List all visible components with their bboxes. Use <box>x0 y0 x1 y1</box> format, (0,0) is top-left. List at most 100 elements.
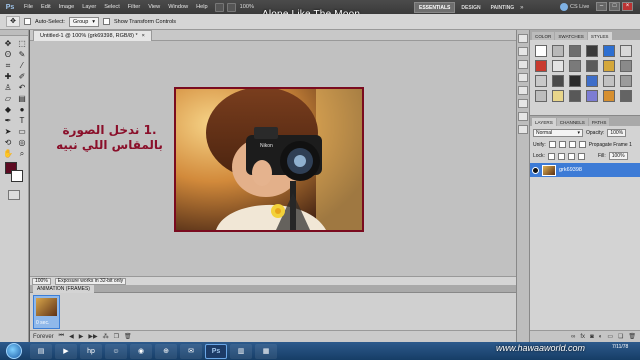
move-tool-icon[interactable]: ✥ <box>6 16 20 27</box>
menu-image[interactable]: Image <box>55 4 79 10</box>
shape-tool-icon[interactable]: ▭ <box>16 127 28 137</box>
document-photo[interactable]: Nikon <box>174 87 364 232</box>
add-mask-icon[interactable]: ◙ <box>590 334 594 340</box>
auto-select-dropdown[interactable]: Group ▾ <box>68 16 99 27</box>
delete-frame-icon[interactable]: 🗑 <box>124 333 132 340</box>
start-button[interactable] <box>6 343 22 359</box>
style-swatch[interactable] <box>603 60 615 72</box>
style-swatch[interactable] <box>603 45 615 57</box>
style-swatch[interactable] <box>535 45 547 57</box>
quick-select-tool-icon[interactable]: ✎ <box>16 50 28 60</box>
brush-tool-icon[interactable]: ✐ <box>16 72 28 82</box>
tab-channels[interactable]: CHANNELS <box>556 118 588 126</box>
eyedropper-tool-icon[interactable]: ⁄ <box>16 61 28 71</box>
show-transform-checkbox[interactable] <box>102 18 110 25</box>
first-frame-icon[interactable]: ⏮ <box>59 333 64 340</box>
fill-input[interactable]: 100% <box>608 152 628 160</box>
status-message[interactable]: Exposure works in 32-bit only <box>54 277 127 285</box>
blend-mode-select[interactable]: Normal ▾ <box>533 129 583 137</box>
new-layer-icon[interactable]: ❏ <box>618 333 623 340</box>
unify-position-icon[interactable] <box>548 141 556 148</box>
auto-select-checkbox[interactable] <box>24 18 31 25</box>
style-swatch[interactable] <box>603 75 615 87</box>
canvas-area[interactable]: .1 ندخل الصورة بالمقاس اللي نبيه Nikon <box>30 41 516 276</box>
lock-transparency-icon[interactable] <box>547 152 555 160</box>
cs-live[interactable]: CS Live <box>560 3 589 11</box>
frame-duration[interactable]: 0 sec. <box>36 320 49 326</box>
tab-styles[interactable]: STYLES <box>587 32 612 40</box>
link-layers-icon[interactable]: ∞ <box>571 334 575 340</box>
workspace-essentials[interactable]: ESSENTIALS <box>414 2 456 13</box>
layer-row[interactable]: grk69398 <box>530 163 640 177</box>
close-button[interactable]: × <box>622 2 633 11</box>
menu-file[interactable]: File <box>20 4 37 10</box>
tab-swatches[interactable]: SWATCHES <box>555 32 587 40</box>
media-icon[interactable]: ▶ <box>55 343 77 359</box>
healing-tool-icon[interactable]: ✚ <box>2 72 14 82</box>
history-panel-icon[interactable] <box>518 34 528 43</box>
masks-panel-icon[interactable] <box>518 73 528 82</box>
gradient-tool-icon[interactable]: ▤ <box>16 94 28 104</box>
zoom-tool-icon[interactable]: ⌕ <box>16 149 28 159</box>
animation-frame-1[interactable]: 0 sec. <box>33 295 60 329</box>
style-swatch[interactable] <box>620 90 632 102</box>
hp-icon[interactable]: hp <box>80 343 102 359</box>
hand-tool-icon[interactable]: ✋ <box>2 149 14 159</box>
new-group-icon[interactable]: ▭ <box>607 333 613 340</box>
workspace-more-icon[interactable]: » <box>520 2 523 13</box>
lock-position-icon[interactable] <box>567 152 575 160</box>
unify-visibility-icon[interactable] <box>558 141 566 148</box>
zoom-level[interactable]: 100% <box>240 4 254 10</box>
document-tab[interactable]: Untitled-1 @ 100% (grk69398, RGB/8) * × <box>33 30 152 41</box>
status-zoom[interactable]: 100% <box>32 277 51 285</box>
style-swatch[interactable] <box>552 90 564 102</box>
crop-tool-icon[interactable]: ⌗ <box>2 61 14 71</box>
style-swatch[interactable] <box>535 75 547 87</box>
workspace-design[interactable]: DESIGN <box>457 2 484 13</box>
style-swatch[interactable] <box>603 90 615 102</box>
restore-button[interactable]: □ <box>609 2 620 11</box>
menu-edit[interactable]: Edit <box>37 4 55 10</box>
style-swatch[interactable] <box>552 60 564 72</box>
clone-stamp-tool-icon[interactable]: ♙ <box>2 83 14 93</box>
delete-layer-icon[interactable]: 🗑 <box>628 333 636 340</box>
bridge-icon[interactable] <box>214 2 224 12</box>
style-swatch[interactable] <box>569 90 581 102</box>
style-swatch[interactable] <box>620 60 632 72</box>
workspace-painting[interactable]: PAINTING <box>487 2 519 13</box>
layer-name[interactable]: grk69398 <box>559 167 582 173</box>
unify-style-icon[interactable] <box>568 141 576 148</box>
style-swatch[interactable] <box>586 75 598 87</box>
menu-filter[interactable]: Filter <box>124 4 144 10</box>
lasso-tool-icon[interactable]: ʘ <box>2 50 14 60</box>
pen-tool-icon[interactable]: ✒ <box>2 116 14 126</box>
3d-rotate-tool-icon[interactable]: ⟲ <box>2 138 14 148</box>
close-icon[interactable]: × <box>142 33 145 39</box>
style-swatch[interactable] <box>569 45 581 57</box>
actions-panel-icon[interactable] <box>518 47 528 56</box>
move-tool-icon[interactable]: ✥ <box>2 39 14 49</box>
character-panel-icon[interactable] <box>518 86 528 95</box>
quick-mask-button[interactable] <box>8 190 20 200</box>
system-clock[interactable]: 7/11/78 <box>612 344 628 350</box>
explorer-icon[interactable]: ▥ <box>230 343 252 359</box>
eye-icon[interactable] <box>532 166 539 174</box>
previous-frame-icon[interactable]: ◀ <box>69 333 74 340</box>
loop-select[interactable]: Forever <box>33 334 54 340</box>
style-swatch[interactable] <box>569 60 581 72</box>
player-icon[interactable]: ◉ <box>130 343 152 359</box>
dodge-tool-icon[interactable]: ● <box>16 105 28 115</box>
chat-icon[interactable]: ✉ <box>180 343 202 359</box>
style-swatch[interactable] <box>586 45 598 57</box>
adjustment-layer-icon[interactable]: ◐ <box>599 334 603 340</box>
play-icon[interactable]: ▶ <box>79 333 84 340</box>
tab-paths[interactable]: PATHS <box>588 118 610 126</box>
style-swatch[interactable] <box>569 75 581 87</box>
menu-view[interactable]: View <box>144 4 164 10</box>
mini-bridge-icon[interactable] <box>226 2 236 12</box>
minimize-button[interactable]: – <box>596 2 607 11</box>
ps-docs-icon[interactable]: ▦ <box>255 343 277 359</box>
style-swatch[interactable] <box>586 60 598 72</box>
style-swatch[interactable] <box>552 45 564 57</box>
style-swatch[interactable] <box>620 45 632 57</box>
